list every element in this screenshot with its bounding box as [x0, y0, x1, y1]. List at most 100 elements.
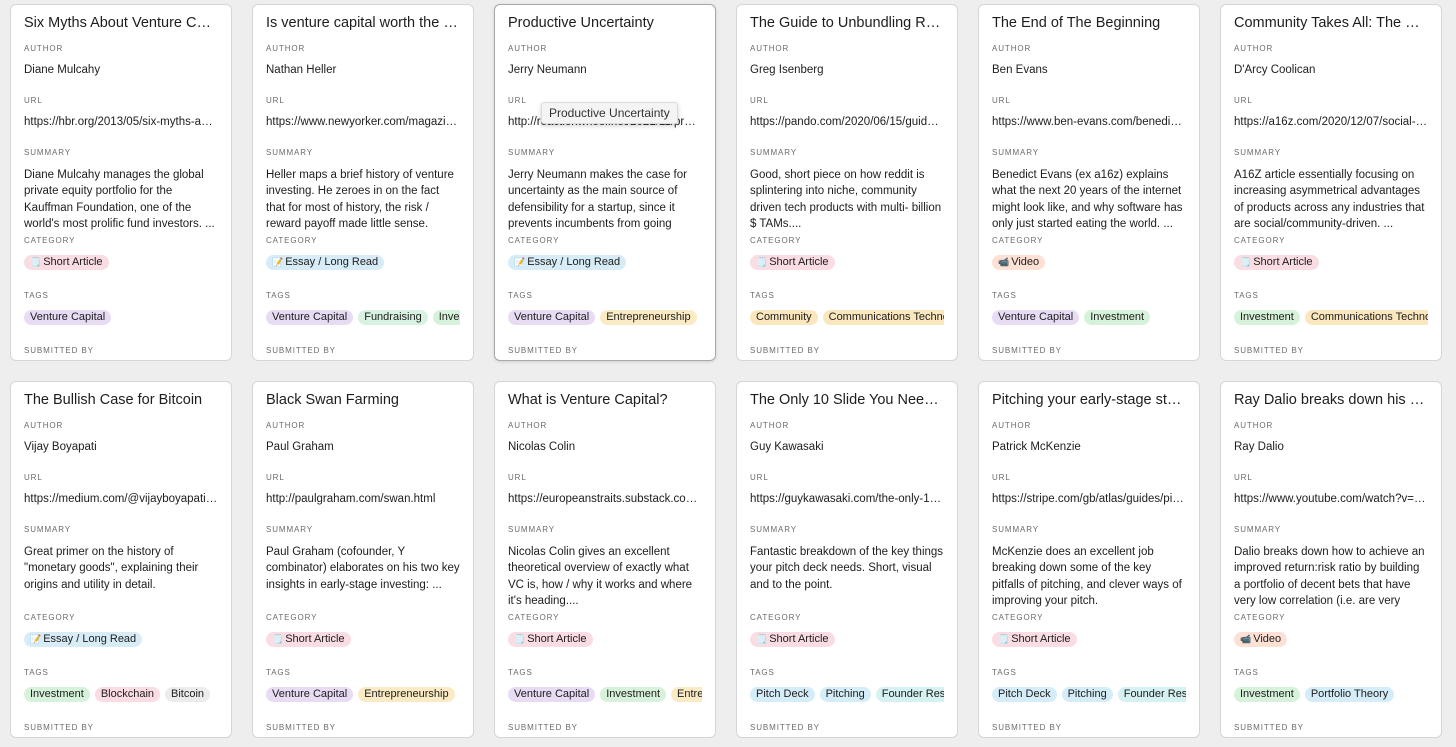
summary-label: SUMMARY: [750, 148, 798, 157]
url-value[interactable]: https://pando.com/2020/06/15/guide-unbun…: [750, 115, 944, 129]
memo-icon: 🗒️: [1240, 257, 1252, 267]
author-value: Guy Kawasaki: [750, 441, 824, 453]
author-value: Ben Evans: [992, 64, 1048, 76]
tags-row: Community Communications Technology: [750, 310, 944, 326]
author-label: AUTHOR: [992, 44, 1032, 53]
tag-pill: Blockchain: [94, 687, 161, 702]
tags-row: Investment Communications Technology: [1234, 310, 1428, 326]
tag-pill: Venture Capital: [266, 310, 354, 325]
record-card[interactable]: Productive Uncertainty AUTHOR Jerry Neuman…: [494, 4, 716, 361]
memo-icon: 🗒️: [272, 634, 284, 644]
url-label: URL: [266, 473, 285, 482]
url-value[interactable]: https://hbr.org/2013/05/six-myths-about-…: [24, 115, 218, 129]
summary-value: Paul Graham (cofounder, Y combinator) el…: [266, 546, 460, 591]
url-value[interactable]: https://www.ben-evans.com/benedictevans/…: [992, 115, 1186, 129]
author-label: AUTHOR: [508, 421, 548, 430]
video-camera-icon: 📹: [1240, 634, 1252, 644]
url-label: URL: [24, 473, 43, 482]
memo-icon: 🗒️: [756, 634, 768, 644]
category-label: CATEGORY: [266, 236, 318, 245]
url-value[interactable]: https://medium.com/@vijayboyapati/the-bu…: [24, 492, 218, 506]
tags-label: TAGS: [508, 668, 533, 677]
card-title: Productive Uncertainty: [508, 15, 654, 31]
tags-label: TAGS: [750, 291, 775, 300]
tag-pill: Venture Capital: [24, 310, 112, 325]
tags-label: TAGS: [1234, 668, 1259, 677]
author-label: AUTHOR: [508, 44, 548, 53]
url-value[interactable]: https://a16z.com/2020/12/07/social-strik…: [1234, 115, 1428, 129]
record-card[interactable]: The Bullish Case for Bitcoin AUTHOR Vijay …: [10, 381, 232, 738]
category-row: 🗒️ Short Article: [24, 255, 218, 271]
title-tooltip: Productive Uncertainty: [541, 102, 678, 124]
category-badge: 📝 Essay / Long Read: [266, 255, 385, 270]
tag-pill: Venture Capital: [508, 687, 596, 702]
submitted-by-label: SUBMITTED BY: [508, 346, 578, 355]
record-card[interactable]: Pitching your early-stage startup AUTHOR P…: [978, 381, 1200, 738]
record-card[interactable]: Black Swan Farming AUTHOR Paul Graham URL ht…: [252, 381, 474, 738]
card-title: Is venture capital worth the risk?: [266, 15, 460, 31]
submitted-by-label: SUBMITTED BY: [750, 346, 820, 355]
record-card[interactable]: Is venture capital worth the risk? AUTHOR…: [252, 4, 474, 361]
url-value[interactable]: http://paulgraham.com/swan.html: [266, 492, 460, 506]
url-value[interactable]: https://www.youtube.com/watch?v=Nu4lHaSh…: [1234, 492, 1428, 506]
url-label: URL: [992, 96, 1011, 105]
record-card[interactable]: Six Myths About Venture Capitalists AUTHO…: [10, 4, 232, 361]
tag-pill: Investment: [1084, 310, 1151, 325]
url-value[interactable]: https://europeanstraits.substack.com/p/w…: [508, 492, 702, 506]
memo-icon: 🗒️: [514, 634, 526, 644]
author-value: Diane Mulcahy: [24, 64, 101, 76]
record-card[interactable]: The Guide to Unbundling Reddit AUTHOR Greg…: [736, 4, 958, 361]
category-badge-label: Essay / Long Read: [527, 256, 621, 268]
summary-value: Good, short piece on how reddit is splin…: [750, 169, 942, 230]
tag-pill: Investment: [600, 687, 667, 702]
tag-pill: Entrepreneurship: [671, 687, 702, 702]
category-badge: 🗒️ Short Article: [750, 255, 835, 270]
category-label: CATEGORY: [1234, 236, 1286, 245]
tags-label: TAGS: [750, 668, 775, 677]
tag-pill: Venture Capital: [508, 310, 596, 325]
url-value[interactable]: https://guykawasaki.com/the-only-10-slid…: [750, 492, 944, 506]
tag-pill: Pitching: [819, 687, 871, 702]
category-badge-label: Short Article: [43, 256, 103, 268]
url-label: URL: [1234, 473, 1253, 482]
card-title: Community Takes All: The Power of Social: [1234, 15, 1428, 31]
category-badge-label: Essay / Long Read: [43, 633, 137, 645]
record-card[interactable]: The End of The Beginning AUTHOR Ben Evans U…: [978, 4, 1200, 361]
category-label: CATEGORY: [24, 236, 76, 245]
category-row: 📝 Essay / Long Read: [266, 255, 460, 271]
submitted-by-label: SUBMITTED BY: [750, 723, 820, 732]
url-value[interactable]: https://stripe.com/gb/atlas/guides/pitch…: [992, 492, 1186, 506]
card-title: The Bullish Case for Bitcoin: [24, 392, 203, 408]
card-title: The End of The Beginning: [992, 15, 1161, 31]
memo-icon: 🗒️: [756, 257, 768, 267]
record-card[interactable]: Ray Dalio breaks down his "Holy Grail" AU…: [1220, 381, 1442, 738]
record-card[interactable]: What is Venture Capital? AUTHOR Nicolas Co…: [494, 381, 716, 738]
category-badge-label: Video: [1253, 633, 1282, 645]
card-title: The Guide to Unbundling Reddit: [750, 15, 944, 31]
tag-pill: Investment: [24, 687, 90, 702]
tag-pill: Founder Resources: [1117, 687, 1186, 702]
category-badge: 🗒️ Short Article: [1234, 255, 1319, 270]
url-label: URL: [1234, 96, 1253, 105]
tag-pill: Community: [750, 310, 818, 325]
tag-pill: Investment: [1234, 687, 1300, 702]
submitted-by-label: SUBMITTED BY: [24, 346, 94, 355]
submitted-by-label: SUBMITTED BY: [992, 723, 1062, 732]
card-title: What is Venture Capital?: [508, 392, 668, 408]
record-card[interactable]: Community Takes All: The Power of Social…: [1220, 4, 1442, 361]
category-badge: 📝 Essay / Long Read: [508, 255, 627, 270]
record-card[interactable]: The Only 10 Slide You Need in Your Pitch…: [736, 381, 958, 738]
category-badge: 🗒️ Short Article: [508, 632, 593, 647]
category-row: 🗒️ Short Article: [508, 632, 702, 648]
url-value[interactable]: https://www.newyorker.com/magazine/2015/…: [266, 115, 460, 129]
author-value: Vijay Boyapati: [24, 441, 97, 453]
card-title: Ray Dalio breaks down his "Holy Grail": [1234, 392, 1428, 408]
author-label: AUTHOR: [750, 44, 790, 53]
author-label: AUTHOR: [24, 44, 64, 53]
category-row: 📹 Video: [992, 255, 1186, 271]
author-label: AUTHOR: [992, 421, 1032, 430]
tags-row: Venture Capital Investment Entrepreneurshi…: [508, 687, 702, 703]
category-row: 📹 Video: [1234, 632, 1428, 648]
tag-pill: Entrepreneurship: [358, 687, 455, 702]
tag-pill: Communications Technology: [1304, 310, 1428, 325]
